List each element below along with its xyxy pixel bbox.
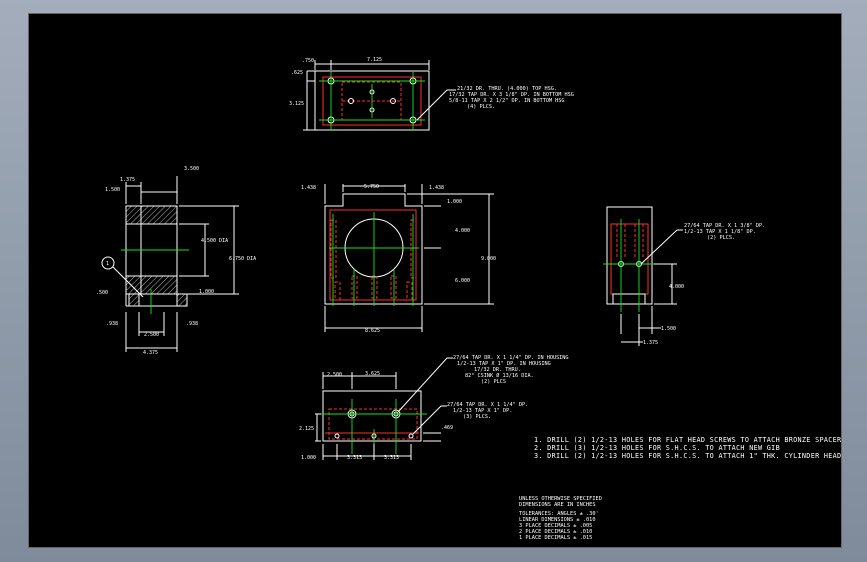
note-1: 1. DRILL (2) 1/2-13 HOLES FOR FLAT HEAD … [534, 436, 841, 444]
front-dim-8: 8.625 [365, 328, 380, 334]
svg-text:1 PLACE DECIMALS ± .015: 1 PLACE DECIMALS ± .015 [519, 535, 592, 541]
top-dim-height: 3.125 [289, 101, 304, 107]
right-dim-1: 4.000 [669, 284, 684, 290]
svg-text:(3) PLCS.: (3) PLCS. [463, 414, 491, 420]
bottom-dim-4: .469 [441, 425, 453, 431]
top-view: .750 7.125 .625 3.125 21/32 DR. THRU. (4… [289, 57, 574, 131]
left-dim-5: 6.750 DIA [229, 256, 256, 262]
left-dim-9: 2.500 [144, 332, 159, 338]
bottom-dim-6: 3.313 [347, 455, 362, 461]
front-dim-7: 6.000 [455, 278, 470, 284]
top-dim-offset: .625 [291, 70, 303, 76]
left-dim-2: 3.500 [184, 166, 199, 172]
left-dim-7: 1.000 [199, 289, 214, 295]
left-dim-6: .500 [96, 290, 108, 296]
front-dim-6: 9.000 [481, 256, 496, 262]
svg-text:1: 1 [106, 261, 109, 267]
top-hole-note: 21/32 DR. THRU. (4.000) TOP HSG. 17/32 T… [449, 86, 574, 110]
front-dim-2: 5.750 [364, 184, 379, 190]
bottom-dim-5: 1.000 [301, 455, 316, 461]
front-dim-3: 1.438 [429, 185, 444, 191]
right-dim-3: 1.375 [643, 340, 658, 346]
bottom-dim-3: 2.125 [299, 426, 314, 432]
bottom-dim-7: 3.313 [384, 455, 399, 461]
bottom-hole-note-1: 27/64 TAP DR. X 1 1/4" DP. IN HOUSING 1/… [453, 355, 569, 385]
front-dim-4: 1.000 [447, 199, 462, 205]
svg-text:(4) PLCS.: (4) PLCS. [467, 104, 495, 110]
note-3: 3. DRILL (2) 1/2-13 HOLES FOR S.H.C.S. T… [534, 452, 841, 460]
left-dim-3: 1.500 [105, 187, 120, 193]
svg-text:(2) PLCS: (2) PLCS [481, 379, 506, 385]
top-dim-width: 7.125 [367, 57, 382, 63]
tolerance-block: UNLESS OTHERWISE SPECIFIED DIMENSIONS AR… [519, 496, 602, 541]
bottom-view: 2.500 3.625 2.125 .469 1.000 3.313 3.313… [299, 355, 569, 461]
right-dim-2: 1.500 [661, 326, 676, 332]
right-view: 27/64 TAP DR. X 1 3/8" DP. 1/2-13 TAP X … [603, 206, 765, 346]
front-view: 1.438 5.750 1.438 1.000 4.000 9.000 6.00… [301, 184, 496, 334]
left-dim-4: 4.500 DIA [201, 238, 228, 244]
left-dim-10: .938 [186, 321, 198, 327]
svg-text:(2) PLCS.: (2) PLCS. [707, 235, 735, 241]
note-2: 2. DRILL (3) 1/2-13 HOLES FOR S.H.C.S. T… [534, 444, 780, 452]
right-tap-note: 27/64 TAP DR. X 1 3/8" DP. 1/2-13 TAP X … [684, 223, 765, 241]
front-dim-5: 4.000 [455, 228, 470, 234]
left-dim-1: 1.375 [120, 177, 135, 183]
top-dim-left: .750 [302, 58, 314, 64]
bottom-hole-note-2: 27/64 TAP DR. X 1 1/4" DP. 1/2-13 TAP X … [447, 402, 528, 420]
left-section-view: 1.375 3.500 1.500 4.500 DIA 6.750 DIA .5… [96, 166, 256, 356]
front-hidden-holes [330, 219, 417, 301]
bottom-dim-2: 3.625 [365, 371, 380, 377]
left-dim-11: 4.375 [143, 350, 158, 356]
svg-text:82° CSINK Ø 13/16 DIA.: 82° CSINK Ø 13/16 DIA. [465, 372, 534, 379]
general-notes: 1. DRILL (2) 1/2-13 HOLES FOR FLAT HEAD … [534, 436, 841, 460]
left-dim-8: .938 [106, 321, 118, 327]
front-dim-1: 1.438 [301, 185, 316, 191]
cad-drawing: .750 7.125 .625 3.125 21/32 DR. THRU. (4… [96, 57, 841, 541]
bottom-dim-1: 2.500 [327, 372, 342, 378]
svg-text:DIMENSIONS ARE IN INCHES: DIMENSIONS ARE IN INCHES [519, 502, 596, 508]
drawing-canvas[interactable]: .750 7.125 .625 3.125 21/32 DR. THRU. (4… [28, 13, 842, 548]
